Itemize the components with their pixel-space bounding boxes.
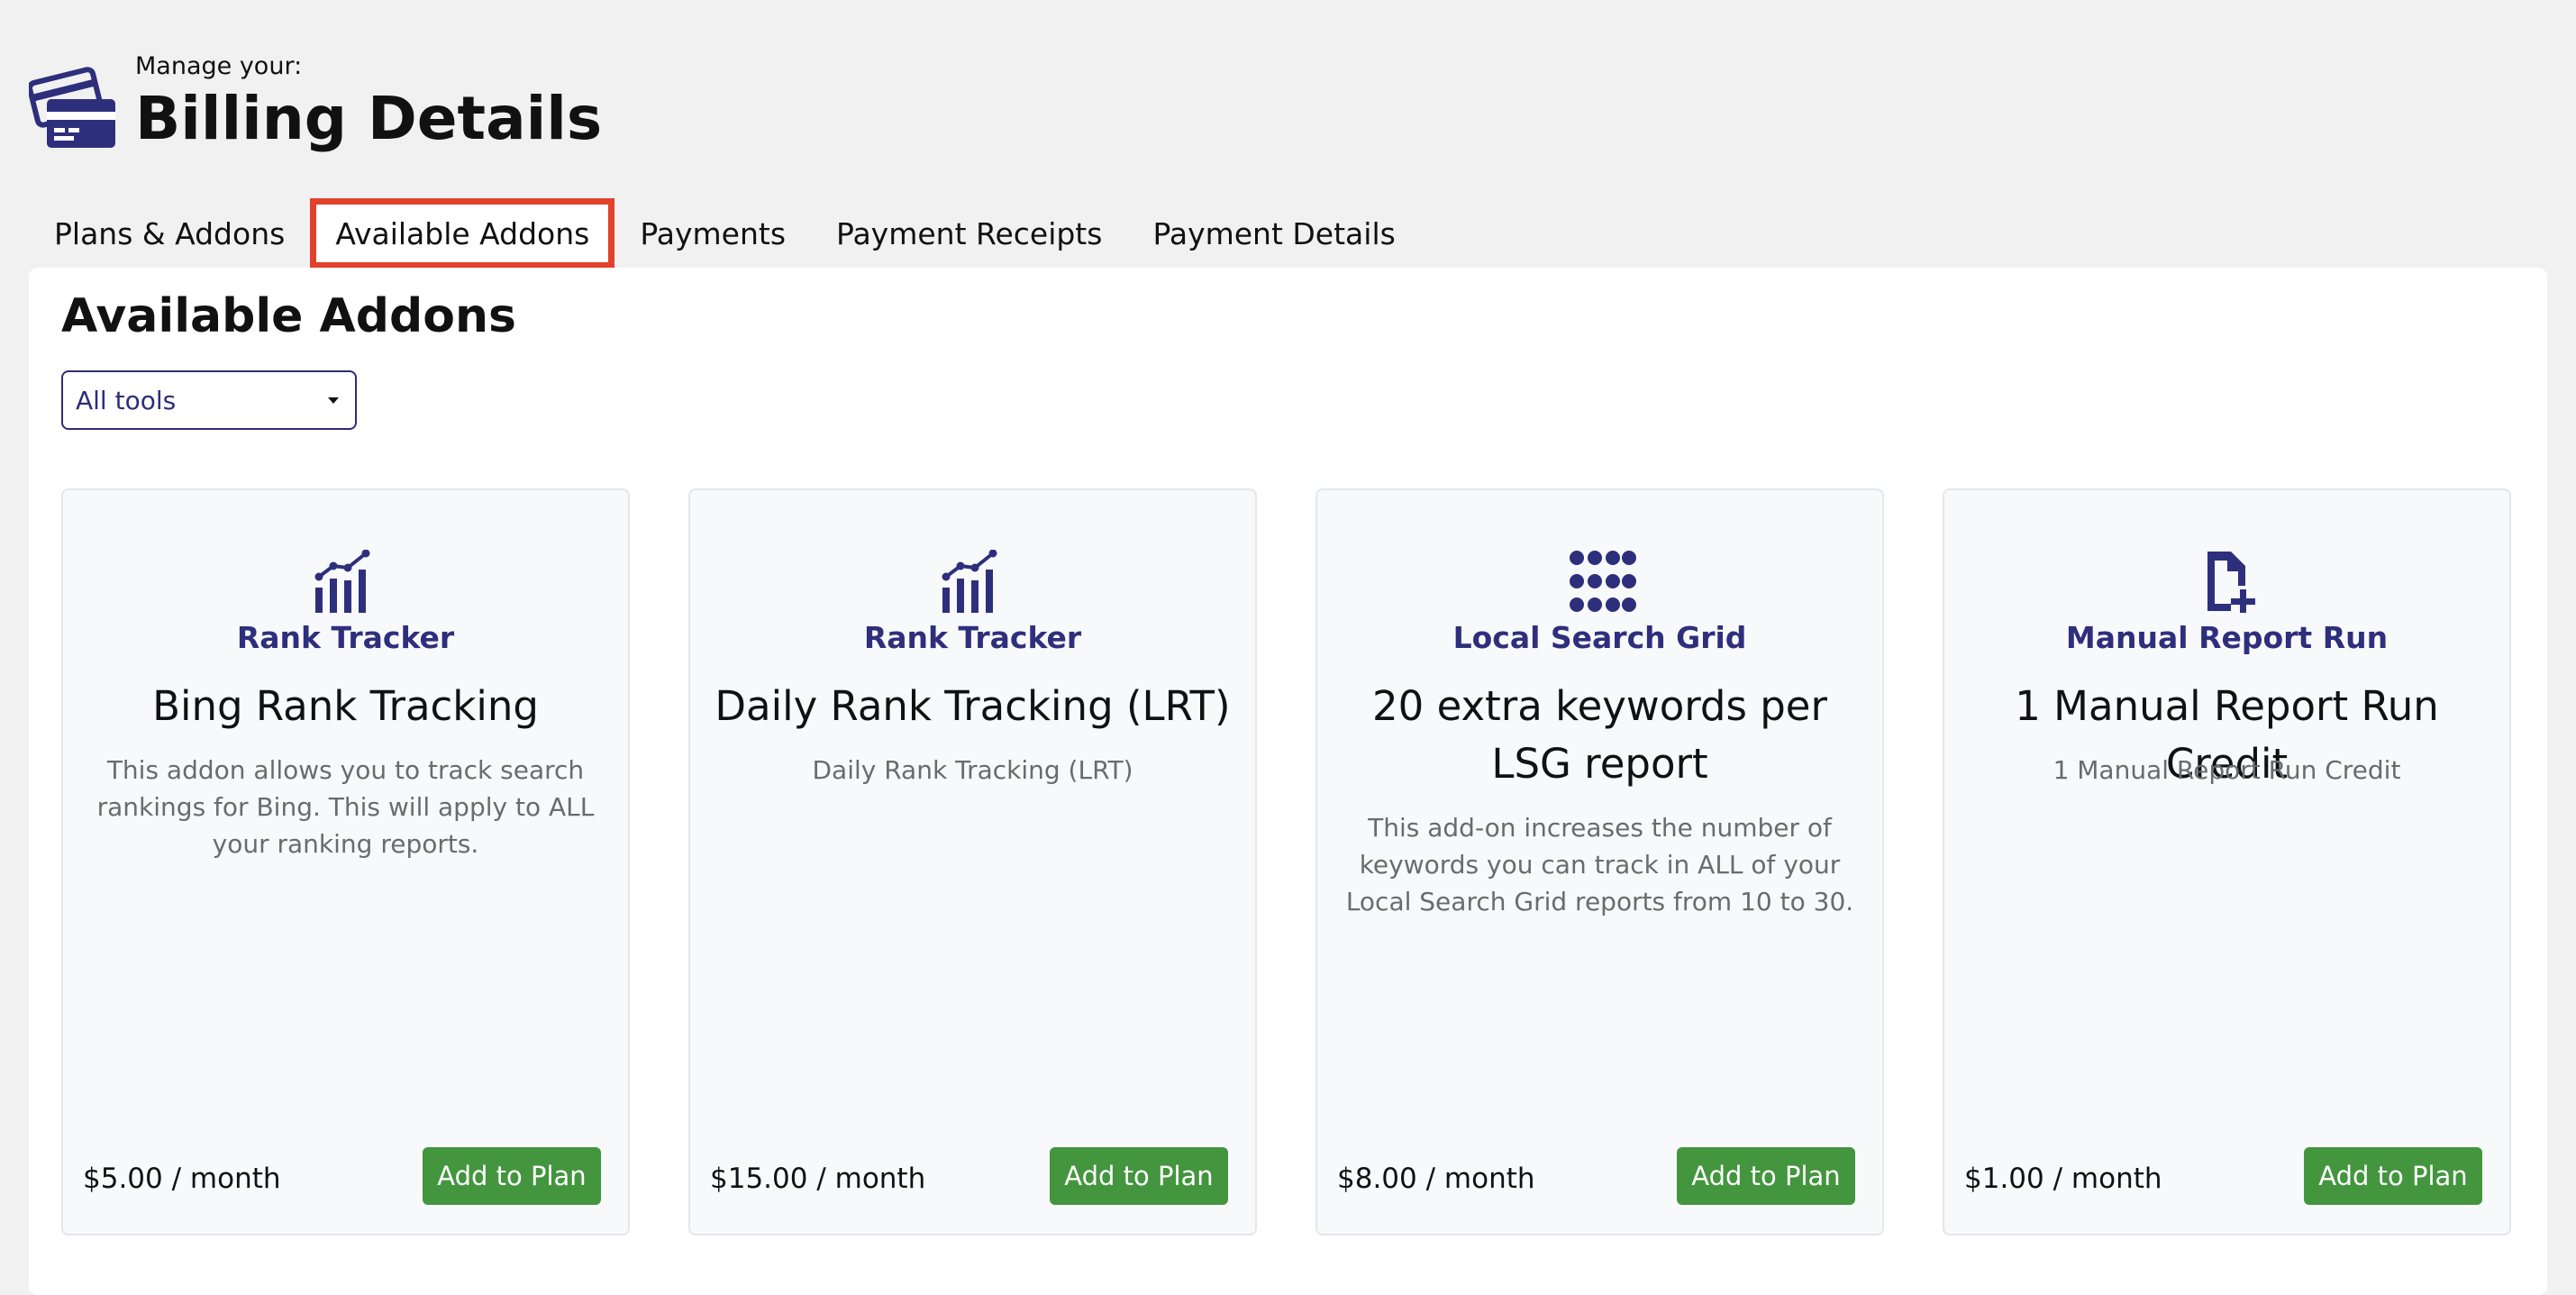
addon-price: $15.00 / month (710, 1163, 926, 1195)
tab-plans-addons[interactable]: Plans & Addons (29, 198, 310, 269)
tab-bar: Plans & Addons Available Addons Payments… (29, 198, 1421, 269)
addon-card: Rank Tracker Bing Rank Tracking This add… (61, 488, 630, 1236)
header-subtitle: Manage your: (135, 52, 303, 80)
addon-price: $5.00 / month (83, 1163, 281, 1195)
tool-filter-select[interactable]: All tools (61, 370, 357, 430)
page-title: Billing Details (135, 84, 603, 153)
addon-description: This addon allows you to track search ra… (96, 755, 595, 859)
addon-description: 1 Manual Report Run Credit (2053, 755, 2401, 785)
addon-name: Bing Rank Tracking (152, 682, 539, 730)
addon-price: $8.00 / month (1337, 1163, 1535, 1195)
add-to-plan-button[interactable]: Add to Plan (1677, 1147, 1855, 1205)
bar-chart-icon (314, 550, 369, 613)
addon-card: Local Search Grid 20 extra keywords per … (1315, 488, 1884, 1236)
tab-payments[interactable]: Payments (614, 198, 811, 269)
add-to-plan-button[interactable]: Add to Plan (2304, 1147, 2482, 1205)
addons-panel: Available Addons All tools Rank Tracker … (29, 268, 2547, 1295)
bar-chart-icon (942, 550, 997, 613)
tool-filter-value: All tools (76, 385, 177, 415)
addon-name: 20 extra keywords per LSG report (1372, 682, 1827, 788)
addon-description: This add-on increases the number of keyw… (1345, 813, 1854, 917)
tab-available-addons[interactable]: Available Addons (310, 198, 615, 269)
addon-card: Rank Tracker Daily Rank Tracking (LRT) D… (688, 488, 1257, 1236)
addon-name: Daily Rank Tracking (LRT) (715, 682, 1231, 730)
addon-category: Rank Tracker (236, 620, 455, 655)
tab-payment-details[interactable]: Payment Details (1127, 198, 1420, 269)
add-to-plan-button[interactable]: Add to Plan (423, 1147, 601, 1205)
addon-card: Manual Report Run 1 Manual Report Run Cr… (1943, 488, 2511, 1236)
section-title: Available Addons (61, 289, 516, 343)
tab-payment-receipts[interactable]: Payment Receipts (811, 198, 1127, 269)
file-plus-icon (2207, 552, 2255, 613)
add-to-plan-button[interactable]: Add to Plan (1050, 1147, 1228, 1205)
caret-down-icon (328, 397, 339, 404)
addon-price: $1.00 / month (1964, 1163, 2162, 1195)
addon-category: Local Search Grid (1452, 620, 1747, 655)
addon-category: Manual Report Run (2065, 620, 2389, 655)
dot-grid-icon (1569, 551, 1636, 612)
credit-card-icon (29, 67, 115, 148)
addon-category: Rank Tracker (863, 620, 1082, 655)
addon-description: Daily Rank Tracking (LRT) (812, 755, 1133, 785)
